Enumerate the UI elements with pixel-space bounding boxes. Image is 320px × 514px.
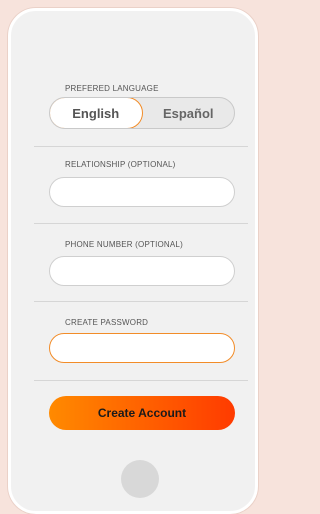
divider [34,146,248,147]
phone-number-label: PHONE NUMBER (OPTIONAL) [65,240,183,249]
relationship-label: RELATIONSHIP (OPTIONAL) [65,160,176,169]
create-account-button[interactable]: Create Account [49,396,235,430]
language-option-spanish[interactable]: Español [143,98,235,128]
divider [34,223,248,224]
language-option-english[interactable]: English [50,98,143,128]
language-toggle[interactable]: English Español [49,97,235,129]
language-label: PREFERED LANGUAGE [65,84,159,93]
divider [34,380,248,381]
divider [34,301,248,302]
password-label: CREATE PASSWORD [65,318,149,327]
home-button[interactable] [121,460,159,498]
phone-number-input[interactable] [49,256,235,286]
password-input[interactable] [49,333,235,363]
relationship-input[interactable] [49,177,235,207]
